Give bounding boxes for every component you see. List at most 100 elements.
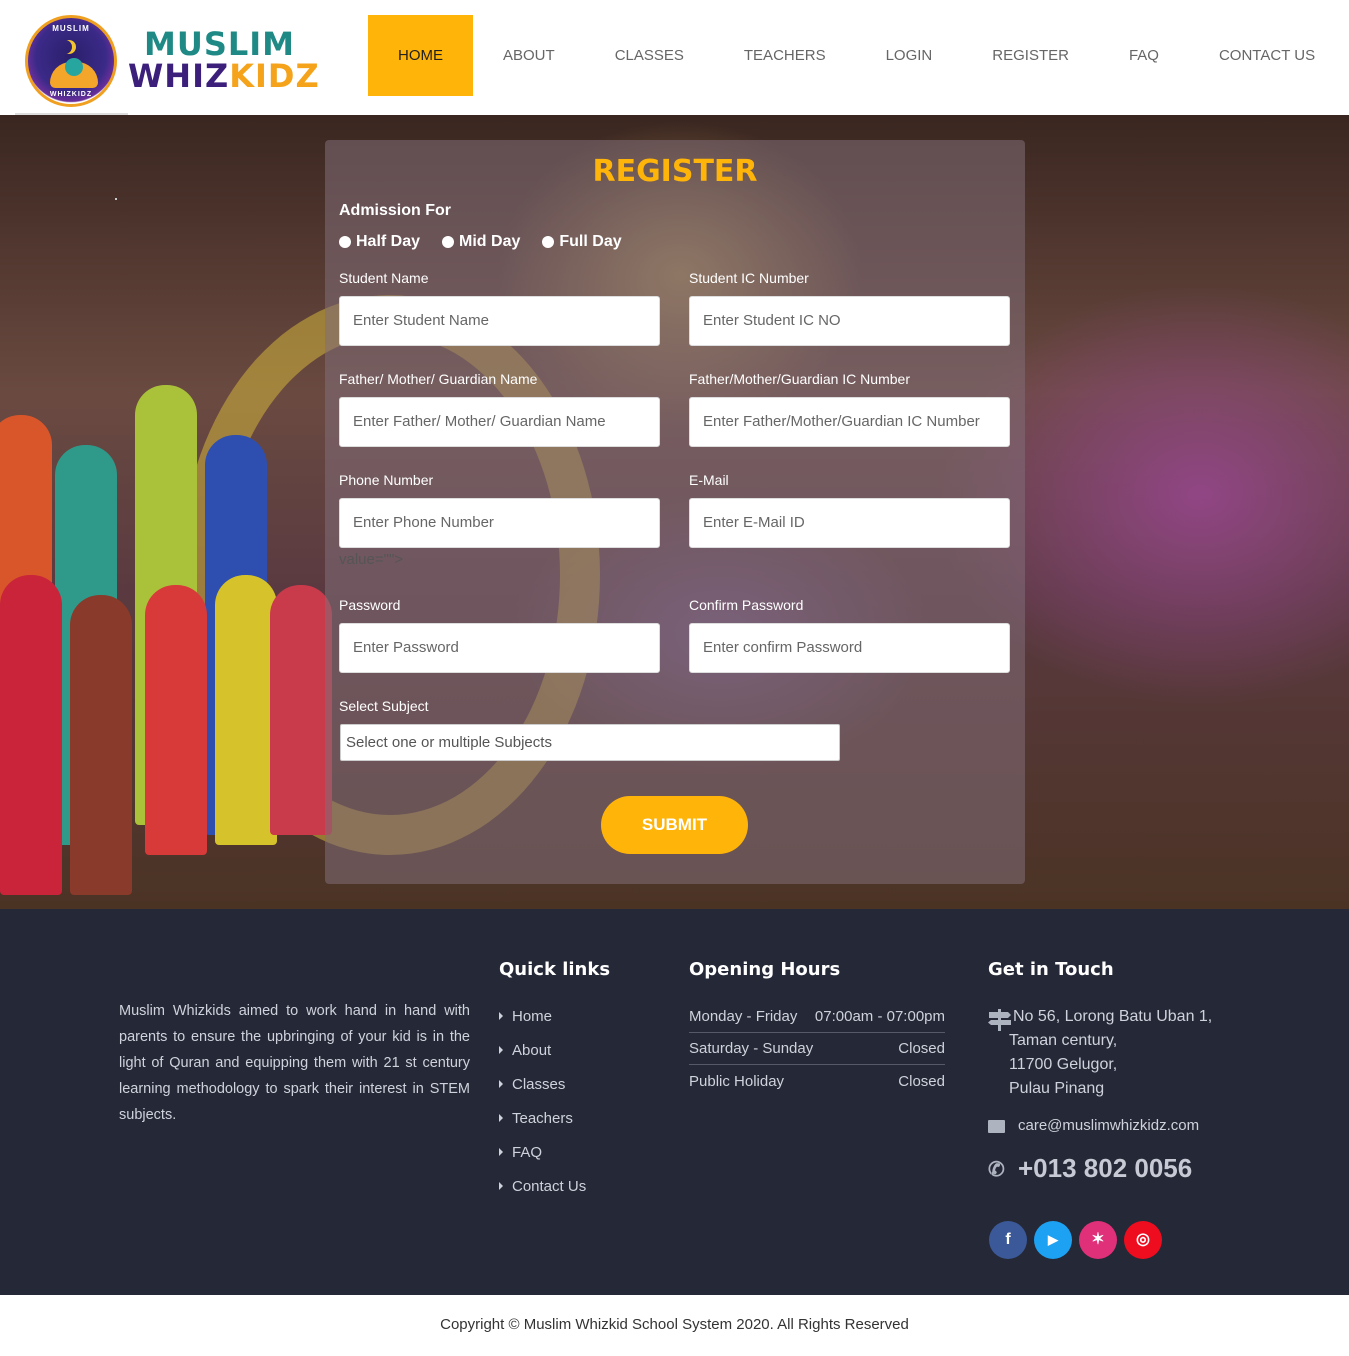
social-links: f ▶ ✶ ◎ [989,1221,1169,1259]
nav-register[interactable]: REGISTER [962,15,1099,96]
radio-circle-icon [339,236,351,248]
nav-about[interactable]: ABOUT [473,15,585,96]
submit-button[interactable]: SUBMIT [601,796,748,854]
radio-label: Mid Day [459,233,521,250]
phone-text: +013 802 0056 [1018,1153,1193,1183]
password-label: Password [339,597,401,613]
caret-right-icon [499,1148,503,1156]
facebook-icon[interactable]: f [989,1221,1027,1259]
logo-badge-bottom-text: WHIZKIDZ [49,91,93,98]
quick-link-label: Home [512,1008,553,1025]
radio-circle-icon [542,236,555,248]
password-input[interactable]: Enter Password [339,623,660,673]
confirm-password-input[interactable]: Enter confirm Password [689,623,1010,673]
register-panel: REGISTER Admission For Half Day Mid Day … [325,140,1025,884]
brand-bottom-b: KIDZ [229,57,320,95]
logo-badge-top-text: MUSLIM [52,24,90,33]
twitter-icon[interactable]: ✶ [1079,1221,1117,1259]
brand-name[interactable]: MUSLIM WHIZKIDZ [128,28,320,92]
crayon-image [215,575,277,845]
crayon-image [145,585,207,855]
crayon-image [70,595,132,895]
contact-email[interactable]: care@muslimwhizkidz.com [988,1117,1199,1134]
address: No 56, Lorong Batu Uban 1, Taman century… [988,1005,1212,1101]
opening-hours-heading: Opening Hours [689,959,841,980]
nav-classes[interactable]: CLASSES [585,15,714,96]
confirm-password-label: Confirm Password [689,597,804,613]
nav-teachers[interactable]: TEACHERS [714,15,856,96]
brand-top: MUSLIM [144,25,296,63]
quick-link-label: Classes [512,1076,566,1093]
brand-bottom-a: WHIZ [128,57,230,95]
quick-link-label: Teachers [512,1110,573,1127]
quick-links-heading: Quick links [499,959,611,980]
hours-day: Monday - Friday [689,1008,798,1025]
crayon-image [0,575,62,895]
quick-link-classes[interactable]: Classes [499,1076,586,1110]
crescent-moon-icon [58,40,72,54]
crayon-image [270,585,332,835]
phone-icon: ✆ [988,1159,1005,1181]
radio-label: Half Day [356,233,421,250]
contact-block: No 56, Lorong Batu Uban 1, Taman century… [988,1005,1212,1183]
student-name-label: Student Name [339,270,429,286]
main-nav: HOME ABOUT CLASSES TEACHERS LOGIN REGIST… [368,15,1345,96]
quick-link-label: About [512,1042,552,1059]
quick-link-teachers[interactable]: Teachers [499,1110,586,1144]
student-ic-input[interactable]: Enter Student IC NO [689,296,1010,346]
copyright-text: Copyright © Muslim Whizkid School System… [440,1316,909,1333]
nav-home[interactable]: HOME [368,15,473,96]
hero-background: REGISTER Admission For Half Day Mid Day … [0,115,1349,909]
student-ic-label: Student IC Number [689,270,809,286]
quick-link-contact-us[interactable]: Contact Us [499,1178,586,1212]
student-name-input[interactable]: Enter Student Name [339,296,660,346]
admission-label: Admission For [339,202,452,219]
quick-link-label: FAQ [512,1144,543,1161]
hours-row: Public Holiday Closed [689,1065,945,1097]
nav-faq[interactable]: FAQ [1099,15,1189,96]
subject-select[interactable]: Select one or multiple Subjects [340,724,840,761]
hours-time: 07:00am - 07:00pm [814,1008,945,1025]
admission-radio-group: Half Day Mid Day Full Day [339,233,644,251]
youtube-icon[interactable]: ▶ [1034,1221,1072,1259]
radio-full-day[interactable]: Full Day [542,233,622,251]
email-text: care@muslimwhizkidz.com [1018,1117,1200,1134]
caret-right-icon [499,1182,503,1190]
logo[interactable]: MUSLIM WHIZKIDZ [15,5,128,115]
quick-link-about[interactable]: About [499,1042,586,1076]
caret-right-icon [499,1114,503,1122]
instagram-icon[interactable]: ◎ [1124,1221,1162,1259]
radio-circle-icon [442,236,455,248]
guardian-ic-label: Father/Mother/Guardian IC Number [689,371,910,387]
hours-day: Saturday - Sunday [689,1040,814,1057]
hours-row: Saturday - Sunday Closed [689,1033,945,1065]
site-header: MUSLIM WHIZKIDZ MUSLIM WHIZKIDZ HOME ABO… [0,0,1349,115]
phone-input[interactable]: Enter Phone Number [339,498,660,548]
nav-contact-us[interactable]: CONTACT US [1189,15,1345,96]
quick-link-label: Contact Us [512,1178,587,1195]
radio-half-day[interactable]: Half Day [339,233,420,251]
radio-mid-day[interactable]: Mid Day [442,233,520,251]
address-line: 11700 Gelugor, [1009,1056,1118,1073]
address-line: Pulau Pinang [1009,1080,1105,1097]
caret-right-icon [499,1046,503,1054]
quick-link-home[interactable]: Home [499,1008,586,1042]
hours-time: Closed [898,1040,945,1057]
quick-links-list: Home About Classes Teachers FAQ Contact … [499,1008,586,1212]
get-in-touch-heading: Get in Touch [988,959,1114,980]
email-input[interactable]: Enter E-Mail ID [689,498,1010,548]
nav-login[interactable]: LOGIN [856,15,963,96]
signpost-icon [988,1009,1011,1031]
subject-label: Select Subject [339,698,429,714]
hours-day: Public Holiday [689,1072,785,1090]
quick-link-faq[interactable]: FAQ [499,1144,586,1178]
child-icon [65,58,83,76]
stray-markup-text: value=""> [339,551,404,568]
guardian-name-input[interactable]: Enter Father/ Mother/ Guardian Name [339,397,660,447]
contact-phone[interactable]: ✆ +013 802 0056 [988,1153,1192,1184]
phone-label: Phone Number [339,472,434,488]
guardian-ic-input[interactable]: Enter Father/Mother/Guardian IC Number [689,397,1010,447]
brand-bottom: WHIZKIDZ [128,60,320,92]
site-footer: Muslim Whizkids aimed to work hand in ha… [0,909,1349,1295]
hero-speck [115,198,117,200]
